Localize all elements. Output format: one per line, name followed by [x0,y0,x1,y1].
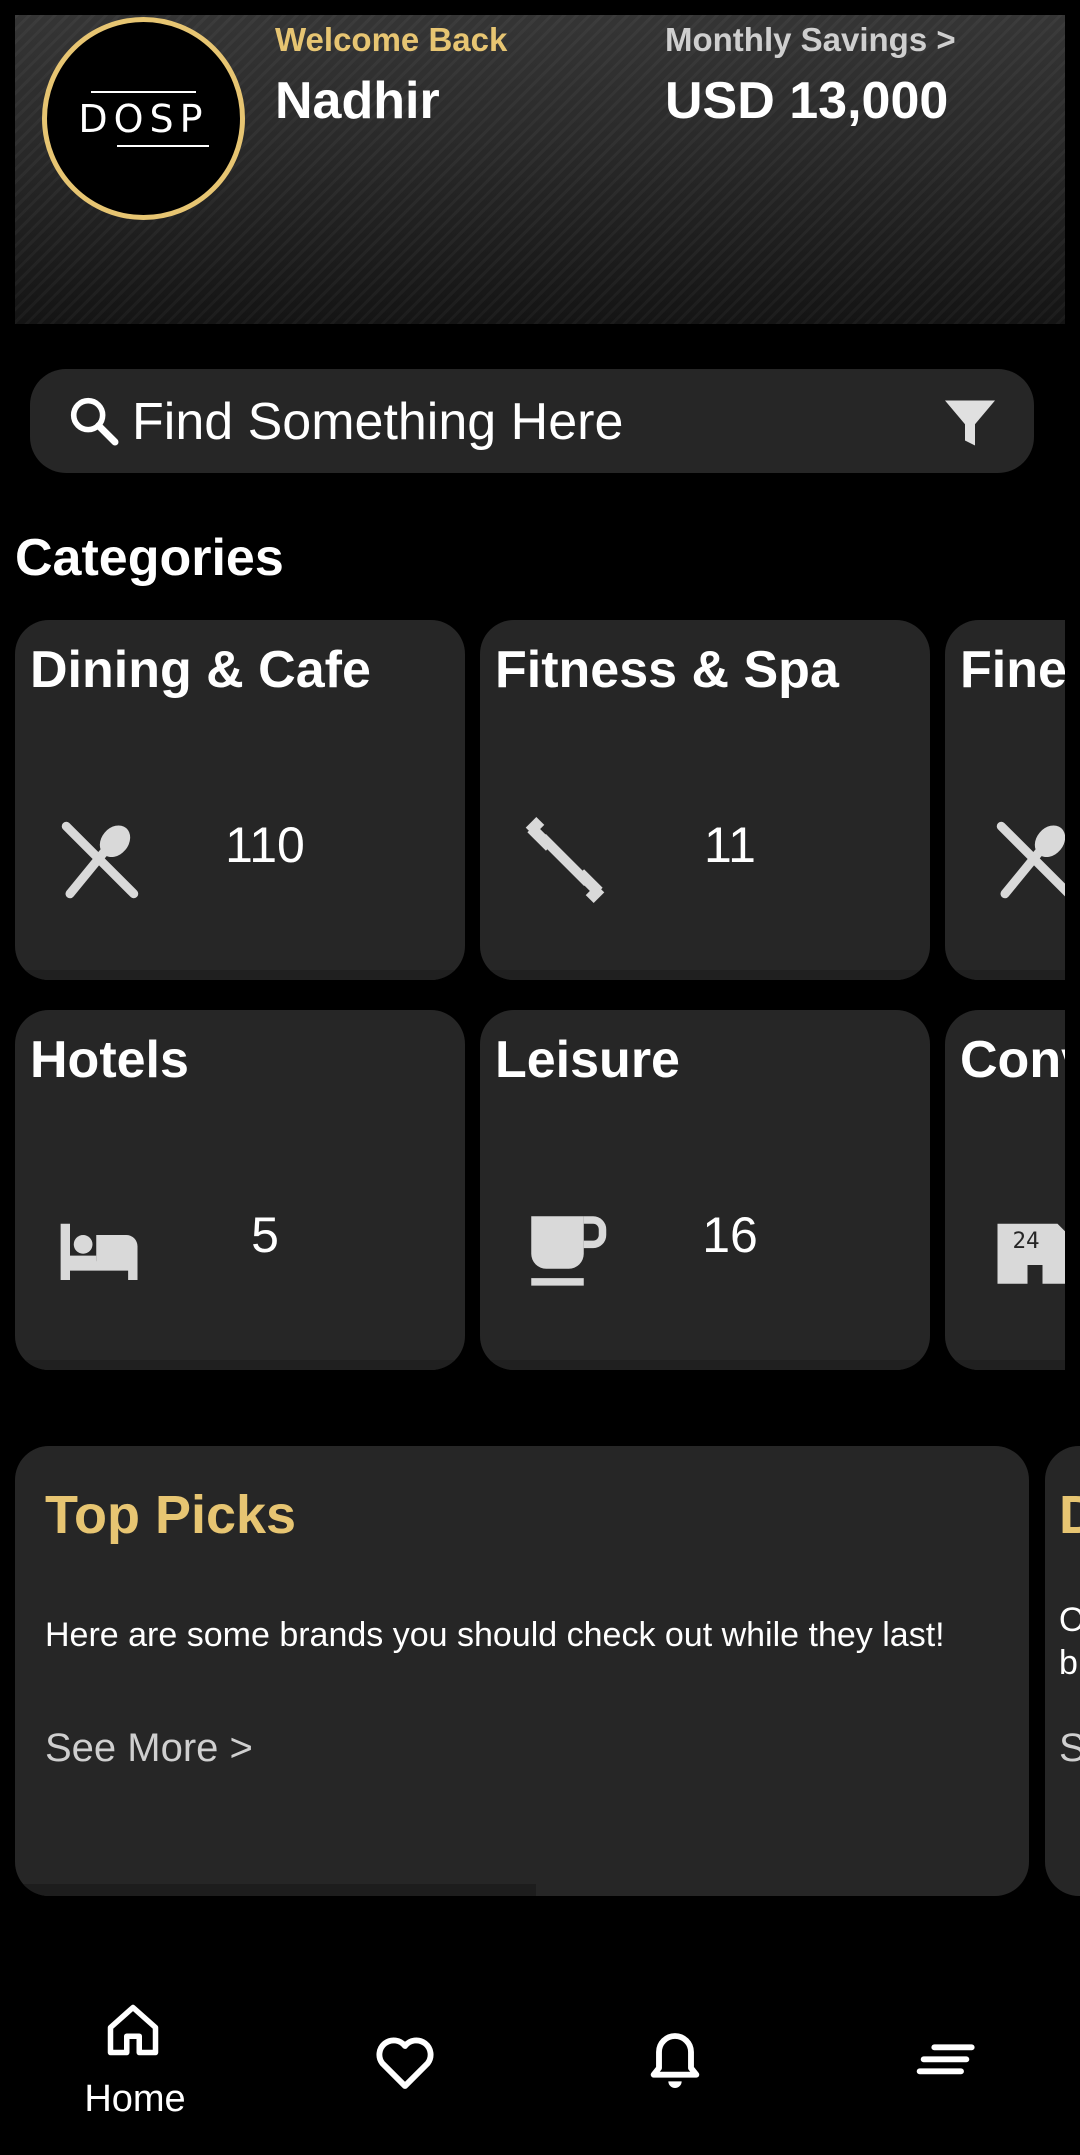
fork-spoon-icon [61,821,139,899]
promo-description-line2: b [1059,1644,1078,1682]
nav-notifications[interactable] [540,1970,810,2155]
bed-icon [60,1223,138,1280]
heart-icon [376,2037,434,2089]
dumbbell-icon [525,816,605,904]
see-more-link[interactable]: See More > [45,1726,253,1771]
filter-icon[interactable] [940,393,1000,453]
bell-icon [650,2033,700,2088]
promo-card-next[interactable]: D O b S [1045,1446,1080,1896]
category-card-dining[interactable]: Dining & Cafe 110 [15,620,465,980]
categories-grid: Dining & Cafe 110 Fitness & Spa 11 Fine … [15,620,1065,1380]
coffee-cup-icon [531,1216,607,1286]
nav-menu[interactable] [810,1970,1080,2155]
promo-scroll-indicator [15,1884,536,1896]
category-label: Conv [960,1031,1065,1089]
header-banner: DOSP Welcome Back Nadhir Monthly Savings… [15,15,1065,324]
see-more-link[interactable]: S [1059,1726,1080,1771]
bottom-navigation: Home [0,1970,1080,2155]
nav-label: Home [84,2078,186,2120]
category-card-leisure[interactable]: Leisure 16 [480,1010,930,1370]
svg-text:24: 24 [1013,1228,1040,1254]
brand-logo: DOSP [42,17,245,220]
fork-spoon-icon [996,821,1065,899]
search-bar[interactable] [30,369,1034,473]
menu-icon [916,2044,975,2075]
category-label: Leisure [495,1031,680,1089]
category-count: 110 [225,817,305,873]
category-count: 16 [702,1207,758,1263]
search-input[interactable] [130,387,914,457]
category-card-hotels[interactable]: Hotels 5 [15,1010,465,1370]
promo-title: Top Picks [45,1485,297,1545]
monthly-savings-link[interactable]: Monthly Savings > [665,21,956,59]
store-24h-icon: 24 [997,1223,1065,1284]
welcome-label: Welcome Back [275,21,508,58]
category-card-convenience[interactable]: Conv 24 [945,1010,1065,1370]
promo-description: Here are some brands you should check ou… [45,1616,945,1654]
promo-card-top-picks[interactable]: Top Picks Here are some brands you shoul… [15,1446,1029,1896]
category-label: Hotels [30,1031,189,1089]
category-label: Fitness & Spa [495,641,839,699]
logo-text: DOSP [78,90,209,147]
category-label: Fine [960,641,1065,699]
category-card-fine[interactable]: Fine [945,620,1065,980]
promo-description: O [1059,1601,1080,1639]
nav-home[interactable]: Home [0,1970,270,2155]
categories-heading: Categories [15,529,284,587]
category-count: 11 [704,817,756,873]
promo-title: D [1059,1485,1080,1545]
category-count: 5 [251,1207,279,1263]
home-icon [107,2004,159,2056]
username: Nadhir [275,72,440,130]
promo-carousel[interactable]: Top Picks Here are some brands you shoul… [15,1446,1080,1898]
nav-favorites[interactable] [270,1970,540,2155]
category-card-fitness[interactable]: Fitness & Spa 11 [480,620,930,980]
search-icon [70,397,119,446]
monthly-savings-value: USD 13,000 [665,72,949,130]
category-label: Dining & Cafe [30,641,371,699]
